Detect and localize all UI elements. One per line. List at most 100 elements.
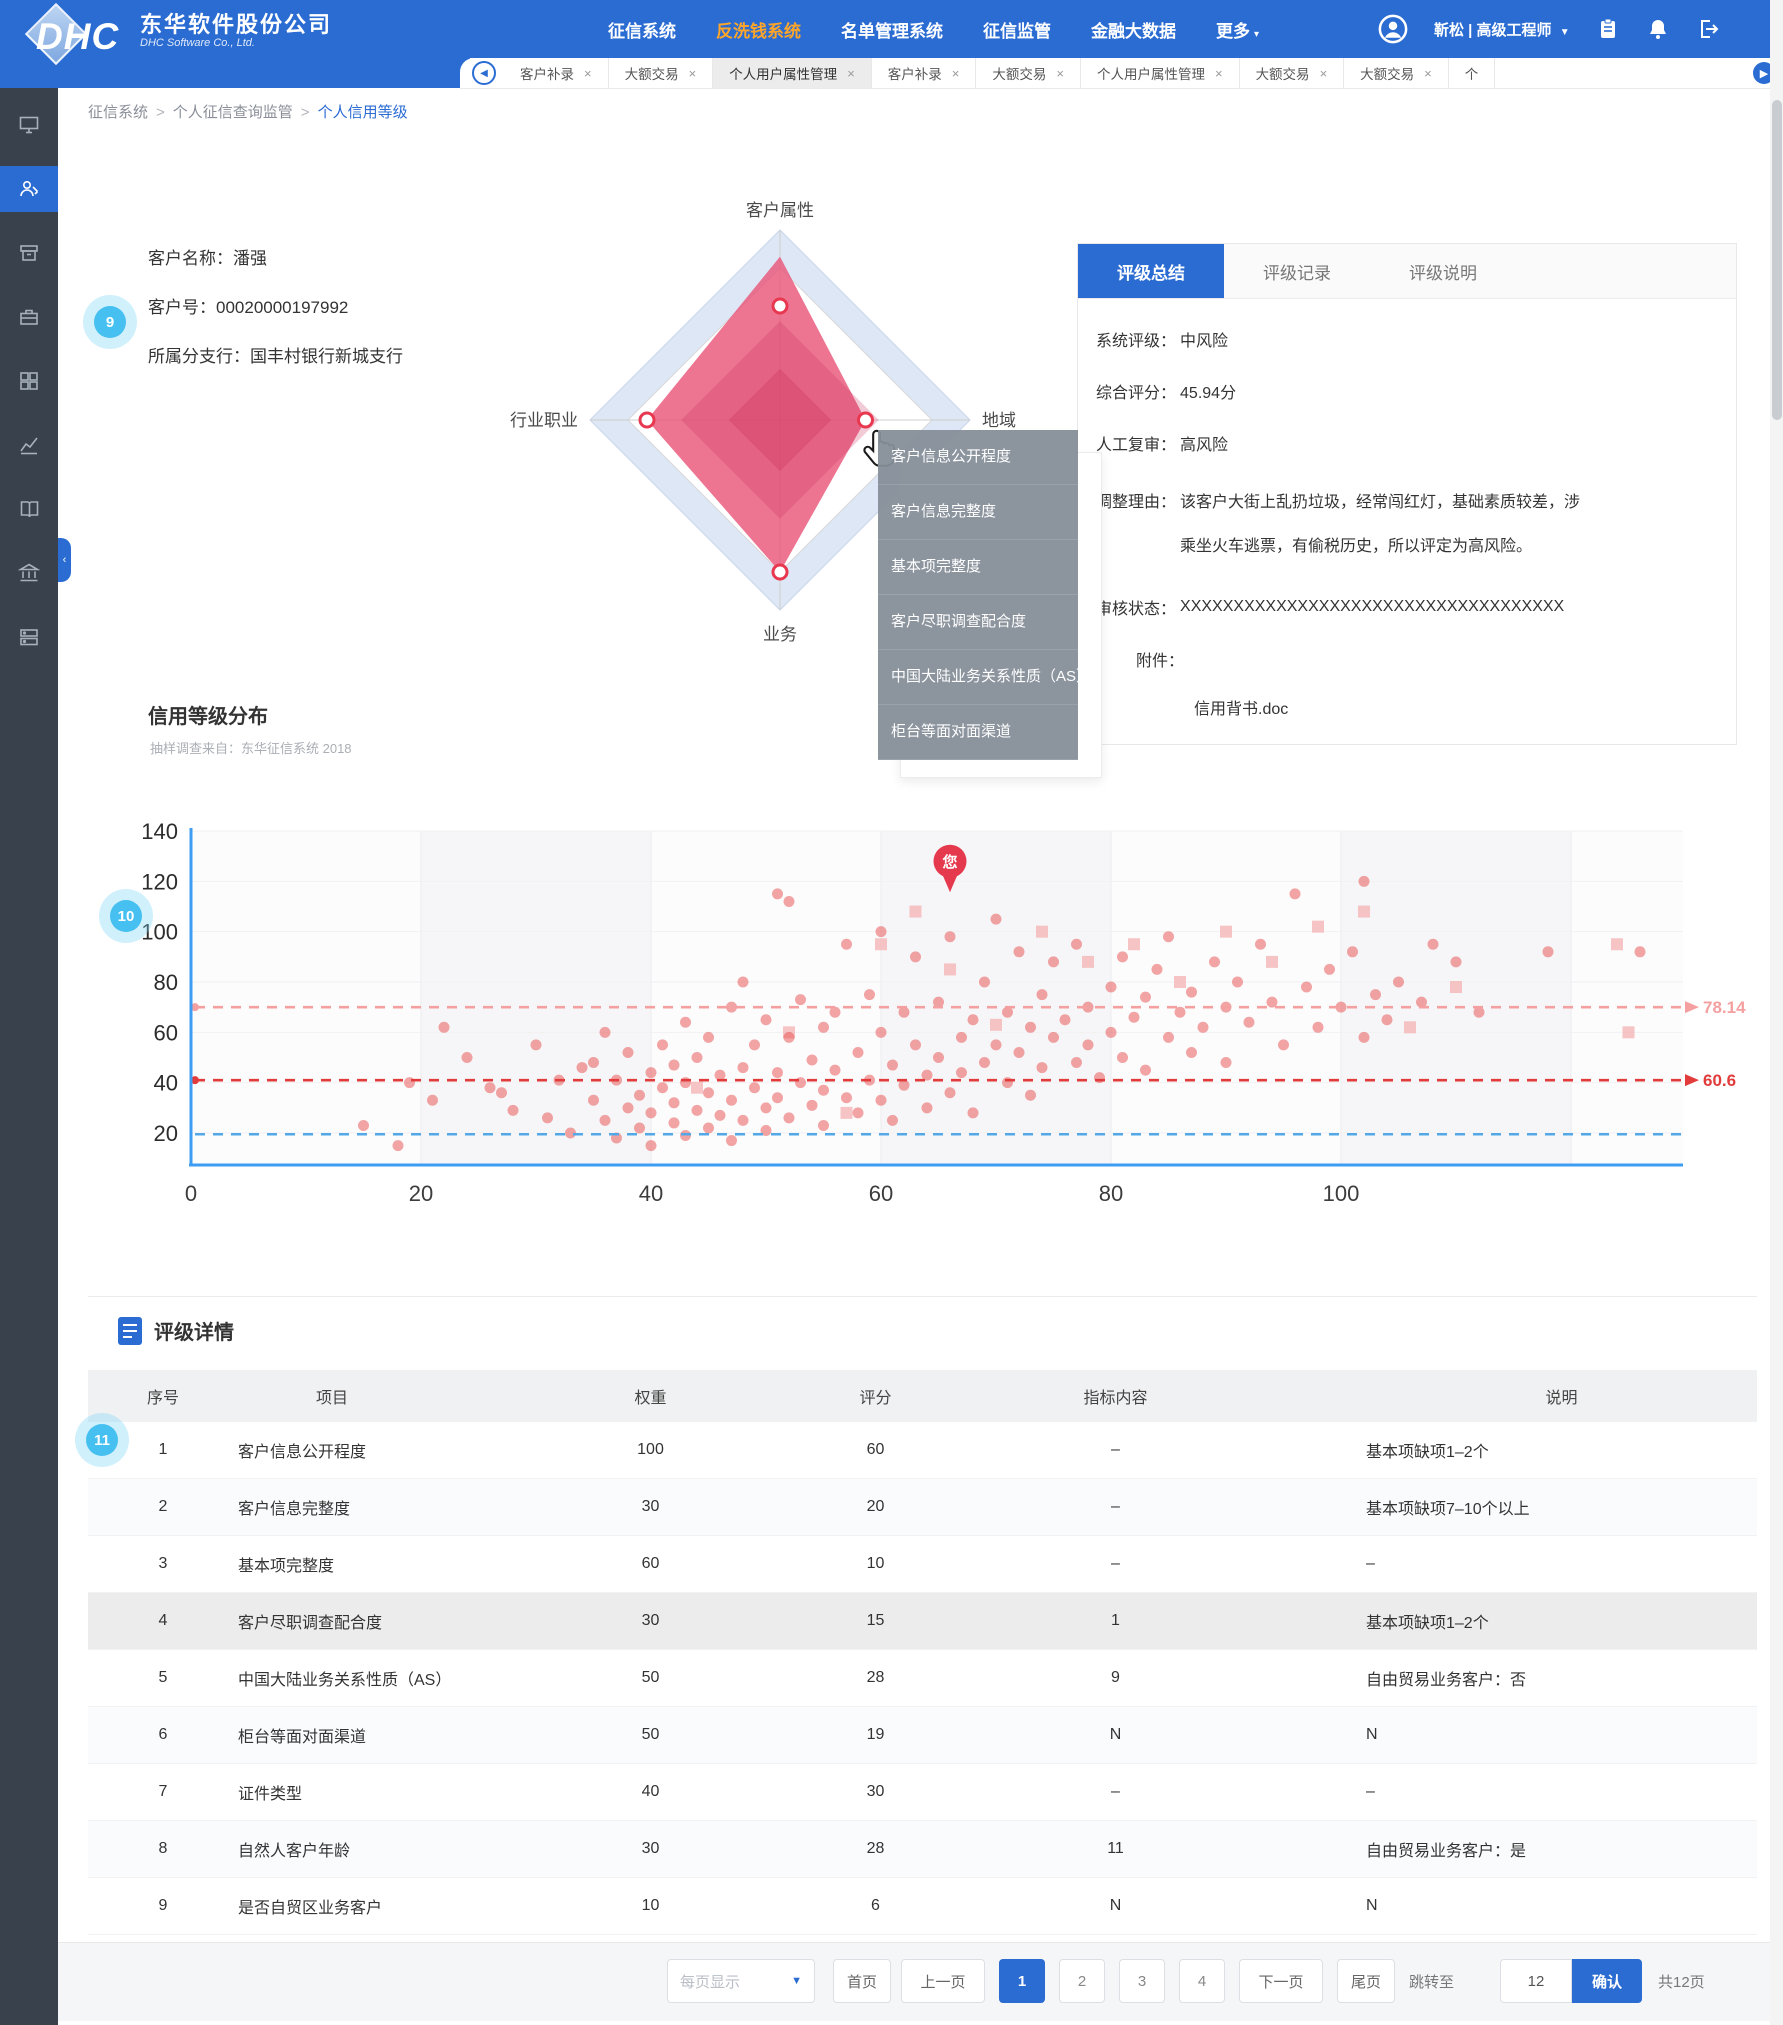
panel-tab-评级说明[interactable]: 评级说明 bbox=[1370, 244, 1516, 298]
table-row[interactable]: 5中国大陆业务关系性质（AS）50289自由贸易业务客户：否 bbox=[88, 1650, 1757, 1707]
attachment-row: 附件： bbox=[1096, 633, 1736, 685]
logout-icon[interactable] bbox=[1696, 17, 1720, 41]
nav-item-名单管理系统[interactable]: 名单管理系统 bbox=[841, 17, 943, 42]
breadcrumb-item[interactable]: 个人信用等级 bbox=[318, 104, 408, 121]
manual-review-row: 人工复审： 高风险 bbox=[1096, 417, 1736, 469]
tab-客户补录[interactable]: 客户补录× bbox=[872, 58, 977, 88]
page-button-4[interactable]: 4 bbox=[1179, 1959, 1225, 2003]
panel-tab-评级记录[interactable]: 评级记录 bbox=[1224, 244, 1370, 298]
scatter-point bbox=[485, 1082, 496, 1093]
page-size-select[interactable]: 每页显示▼ bbox=[667, 1959, 815, 2003]
radar-vertex-marker[interactable] bbox=[640, 413, 654, 427]
close-icon[interactable]: × bbox=[1424, 66, 1432, 81]
chevron-down-icon: ▼ bbox=[1560, 27, 1570, 38]
nav-item-征信监管[interactable]: 征信监管 bbox=[983, 17, 1051, 42]
table-row[interactable]: 6柜台等面对面渠道5019NN bbox=[88, 1707, 1757, 1764]
tab-个[interactable]: 个 bbox=[1449, 58, 1496, 88]
sidebar-item-server[interactable] bbox=[0, 614, 58, 660]
user-avatar[interactable] bbox=[1378, 14, 1408, 44]
table-row[interactable]: 4客户尽职调查配合度30151基本项缺项1–2个 bbox=[88, 1593, 1757, 1650]
tab-scroll-left-icon[interactable]: ◀ bbox=[472, 61, 496, 85]
sidebar-item-book[interactable] bbox=[0, 486, 58, 532]
menu-item[interactable]: 中国大陆业务关系性质（AS） bbox=[878, 650, 1078, 705]
table-cell: 是否自贸区业务客户 bbox=[238, 1894, 588, 1918]
sidebar-item-monitor[interactable] bbox=[0, 102, 58, 148]
page-scrollbar[interactable] bbox=[1770, 0, 1783, 2025]
scatter-point bbox=[1428, 939, 1439, 950]
radar-axis-label: 行业职业 bbox=[510, 411, 578, 430]
breadcrumb-item[interactable]: 征信系统 bbox=[88, 104, 148, 121]
close-icon[interactable]: × bbox=[1056, 66, 1064, 81]
confirm-button[interactable]: 确认 bbox=[1572, 1959, 1642, 2003]
table-row[interactable]: 3基本项完整度6010–– bbox=[88, 1536, 1757, 1593]
scatter-point bbox=[1117, 951, 1128, 962]
scatter-square-point bbox=[1128, 938, 1140, 950]
tab-个人用户属性管理[interactable]: 个人用户属性管理× bbox=[713, 58, 872, 88]
nav-item-金融大数据[interactable]: 金融大数据 bbox=[1091, 17, 1176, 42]
sidebar-item-dashboard[interactable] bbox=[0, 358, 58, 404]
next-page-button[interactable]: 下一页 bbox=[1239, 1959, 1323, 2003]
scatter-point bbox=[922, 1102, 933, 1113]
table-cell: 10 bbox=[713, 1555, 1038, 1573]
sidebar-item-archive[interactable] bbox=[0, 230, 58, 276]
menu-item[interactable]: 基本项完整度 bbox=[878, 540, 1078, 595]
attachment-file[interactable]: 信用背书.doc bbox=[1096, 685, 1736, 729]
page-button-3[interactable]: 3 bbox=[1119, 1959, 1165, 2003]
radar-vertex-marker[interactable] bbox=[859, 413, 873, 427]
sidebar-collapse-handle[interactable]: ‹ bbox=[58, 538, 71, 582]
radar-vertex-marker[interactable] bbox=[773, 299, 787, 313]
tab-大额交易[interactable]: 大额交易× bbox=[976, 58, 1081, 88]
document-icon bbox=[118, 1317, 142, 1345]
radar-vertex-marker[interactable] bbox=[773, 565, 787, 579]
radar-context-menu: 客户信息公开程度客户信息完整度基本项完整度客户尽职调查配合度中国大陆业务关系性质… bbox=[878, 430, 1078, 760]
close-icon[interactable]: × bbox=[1320, 66, 1328, 81]
close-icon[interactable]: × bbox=[952, 66, 960, 81]
scatter-point bbox=[772, 1067, 783, 1078]
tab-大额交易[interactable]: 大额交易× bbox=[1240, 58, 1345, 88]
tab-大额交易[interactable]: 大额交易× bbox=[609, 58, 714, 88]
page-button-1[interactable]: 1 bbox=[999, 1959, 1045, 2003]
table-cell: 中国大陆业务关系性质（AS） bbox=[238, 1666, 588, 1690]
prev-page-button[interactable]: 上一页 bbox=[901, 1959, 985, 2003]
sidebar-item-analytics[interactable] bbox=[0, 422, 58, 468]
sidebar-item-user-edit[interactable] bbox=[0, 166, 58, 212]
sidebar-item-briefcase[interactable] bbox=[0, 294, 58, 340]
breadcrumb-item[interactable]: 个人征信查询监管 bbox=[173, 104, 293, 121]
menu-item[interactable]: 客户信息公开程度 bbox=[878, 430, 1078, 485]
tab-个人用户属性管理[interactable]: 个人用户属性管理× bbox=[1081, 58, 1240, 88]
table-row[interactable]: 2客户信息完整度3020–基本项缺项7–10个以上 bbox=[88, 1479, 1757, 1536]
scatter-point bbox=[588, 1057, 599, 1068]
table-row[interactable]: 1客户信息公开程度10060–基本项缺项1–2个 bbox=[88, 1422, 1757, 1479]
menu-item[interactable]: 客户尽职调查配合度 bbox=[878, 595, 1078, 650]
menu-item[interactable]: 客户信息完整度 bbox=[878, 485, 1078, 540]
table-row[interactable]: 8自然人客户年龄302811自由贸易业务客户：是 bbox=[88, 1821, 1757, 1878]
scatter-point bbox=[726, 1135, 737, 1146]
annotation-badge-9: 9 bbox=[94, 306, 126, 338]
page-button-2[interactable]: 2 bbox=[1059, 1959, 1105, 2003]
scatter-point bbox=[853, 1047, 864, 1058]
user-name[interactable]: 靳松 | 高级工程师 ▼ bbox=[1434, 19, 1570, 40]
tab-客户补录[interactable]: 客户补录× bbox=[504, 58, 609, 88]
breadcrumb: 征信系统>个人征信查询监管>个人信用等级 bbox=[88, 101, 408, 122]
close-icon[interactable]: × bbox=[689, 66, 697, 81]
menu-item[interactable]: 柜台等面对面渠道 bbox=[878, 705, 1078, 760]
nav-item-更多[interactable]: 更多▾ bbox=[1216, 17, 1259, 42]
tab-大额交易[interactable]: 大额交易× bbox=[1344, 58, 1449, 88]
last-page-button[interactable]: 尾页 bbox=[1337, 1959, 1395, 2003]
sidebar-item-bank[interactable] bbox=[0, 550, 58, 596]
clipboard-icon[interactable] bbox=[1596, 17, 1620, 41]
jump-to-input[interactable] bbox=[1500, 1959, 1572, 2003]
bell-icon[interactable] bbox=[1646, 17, 1670, 41]
nav-item-反洗钱系统[interactable]: 反洗钱系统 bbox=[716, 17, 801, 42]
close-icon[interactable]: × bbox=[584, 66, 592, 81]
scatter-point bbox=[841, 1092, 852, 1103]
table-row[interactable]: 7证件类型4030–– bbox=[88, 1764, 1757, 1821]
panel-tab-评级总结[interactable]: 评级总结 bbox=[1078, 244, 1224, 298]
first-page-button[interactable]: 首页 bbox=[833, 1959, 891, 2003]
table-row[interactable]: 9是否自贸区业务客户106NN bbox=[88, 1878, 1757, 1935]
annotation-badge-11: 11 bbox=[86, 1424, 118, 1456]
scrollbar-thumb[interactable] bbox=[1772, 100, 1782, 420]
close-icon[interactable]: × bbox=[847, 66, 855, 81]
close-icon[interactable]: × bbox=[1215, 66, 1223, 81]
nav-item-征信系统[interactable]: 征信系统 bbox=[608, 17, 676, 42]
